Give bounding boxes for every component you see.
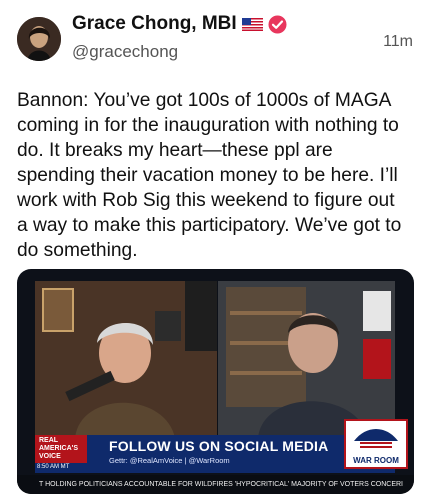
broadcast-banner: REAL AMERICA'S VOICE 8:50 AM MT FOLLOW U… — [35, 419, 408, 473]
timestamp: 11m — [383, 33, 413, 50]
news-ticker: T HOLDING POLITICIANS ACCOUNTABLE FOR WI… — [17, 475, 414, 494]
post-text: Bannon: You’ve got 100s of 1000s of MAGA… — [17, 88, 422, 263]
logo-text: WAR ROOM — [353, 456, 399, 465]
post-text-line: do something. — [17, 240, 138, 261]
banner-subtitle: Gettr: @RealAmVoice | @WarRoom — [109, 456, 230, 465]
network-badge: REAL AMERICA'S VOICE — [35, 435, 87, 463]
banner-title: FOLLOW US ON SOCIAL MEDIA — [109, 438, 329, 454]
post-header: Grace Chong, MBI @gracechong 11m — [0, 0, 431, 70]
post-text-line: Bannon: You’ve got 100s of 1000s of MAGA — [17, 90, 392, 111]
avatar[interactable] — [17, 17, 61, 61]
post-text-line: coming in for the inauguration with noth… — [17, 115, 399, 136]
post-text-line: do. It breaks my heart—these ppl are — [17, 140, 333, 161]
handle[interactable]: @gracechong — [72, 42, 178, 62]
name-row: Grace Chong, MBI — [72, 13, 287, 35]
display-name[interactable]: Grace Chong, MBI — [72, 13, 237, 35]
post-text-line: a way to make this participatory. We’ve … — [17, 215, 402, 236]
post-text-line: spending their vacation money to be here… — [17, 165, 398, 186]
broadcast-time: 8:50 AM MT — [37, 464, 70, 470]
war-room-logo: WAR ROOM — [344, 419, 408, 469]
video-thumbnail[interactable]: REAL AMERICA'S VOICE 8:50 AM MT FOLLOW U… — [17, 269, 414, 494]
left-video-panel — [35, 281, 217, 438]
verified-badge-icon — [268, 15, 287, 34]
right-video-panel — [218, 281, 395, 438]
us-flag-icon — [241, 17, 263, 31]
post-text-line: work with Rob Sig this weekend to figure… — [17, 190, 395, 211]
